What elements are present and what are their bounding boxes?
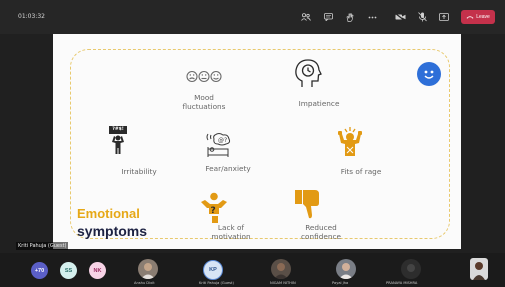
people-icon[interactable] <box>295 10 317 24</box>
leave-button[interactable]: Leave <box>461 10 495 24</box>
participant-video-pranaya[interactable] <box>401 259 421 279</box>
svg-text:?: ? <box>211 206 216 216</box>
presenter-name-tag: Kriti Pahuja (Guest) <box>16 242 69 250</box>
mic-off-icon[interactable] <box>411 10 433 24</box>
more-icon[interactable] <box>361 10 383 24</box>
confused-person-icon: ? <box>201 192 227 223</box>
leave-label: Leave <box>476 14 490 20</box>
slide-title-emotional: Emotional <box>77 206 140 221</box>
participant-name: NIGAM NITHIN <box>270 281 296 285</box>
self-video-preview[interactable] <box>470 258 488 280</box>
share-icon[interactable] <box>433 10 455 24</box>
participant-nk[interactable]: NK <box>89 262 106 279</box>
participant-kp[interactable]: KP <box>203 260 223 280</box>
clock-head-icon <box>295 59 322 87</box>
toolbar-controls: Leave <box>295 10 495 24</box>
participant-name: Kriti Pahuja (Guest) <box>199 281 234 285</box>
raise-hand-icon[interactable] <box>339 10 361 24</box>
svg-text:@?: @? <box>218 137 227 144</box>
rage-person-icon <box>338 127 362 156</box>
more-participants-chip[interactable]: +70 <box>31 262 48 279</box>
chat-icon[interactable] <box>317 10 339 24</box>
presentation-slide: Mood fluctuations Impatience ?#$! Irrita… <box>53 34 461 249</box>
participant-video-nigam[interactable] <box>271 259 291 279</box>
symptom-mood-fluctuations: Mood fluctuations <box>182 93 226 111</box>
participant-name: Payal Jha <box>332 281 349 285</box>
participants-strip: +70 SS NK Anshu Dixit KP Kriti Pahuja (G… <box>0 253 505 287</box>
mood-faces-icon <box>186 70 222 83</box>
participant-name: Anshu Dixit <box>134 281 155 285</box>
angry-person-icon: ?#$! <box>109 126 127 156</box>
symptom-fear-anxiety: Fear/anxiety <box>205 164 251 173</box>
participant-name: PRANAYA MISHRA <box>386 281 418 285</box>
thumbs-down-icon <box>295 190 319 219</box>
symptom-lack-of-motivation: Lack of motivation <box>211 223 251 241</box>
symptom-reduced-confidence: Reduced confidence <box>301 223 341 241</box>
meeting-timer: 01:03:32 <box>18 13 45 20</box>
teams-meeting-window: 01:03:32 Leave Mood fluctuations Impatie… <box>0 0 505 287</box>
symptom-impatience: Impatience <box>298 99 340 108</box>
phone-icon <box>466 16 474 19</box>
smiley-badge-icon <box>417 62 441 86</box>
camera-off-icon[interactable] <box>389 10 411 24</box>
shared-screen-stage: Mood fluctuations Impatience ?#$! Irrita… <box>0 34 505 253</box>
participant-video-payal[interactable] <box>336 259 356 279</box>
participant-video-anshu[interactable] <box>138 259 158 279</box>
anxious-sleeper-icon: @? <box>206 133 231 157</box>
slide-title-symptoms: symptoms <box>77 223 148 239</box>
symptom-irritability: Irritability <box>121 167 157 176</box>
symptom-fits-of-rage: Fits of rage <box>340 167 382 176</box>
meeting-toolbar: 01:03:32 Leave <box>0 0 505 34</box>
swear-bubble: ?#$! <box>109 126 127 134</box>
participant-ss[interactable]: SS <box>60 262 77 279</box>
